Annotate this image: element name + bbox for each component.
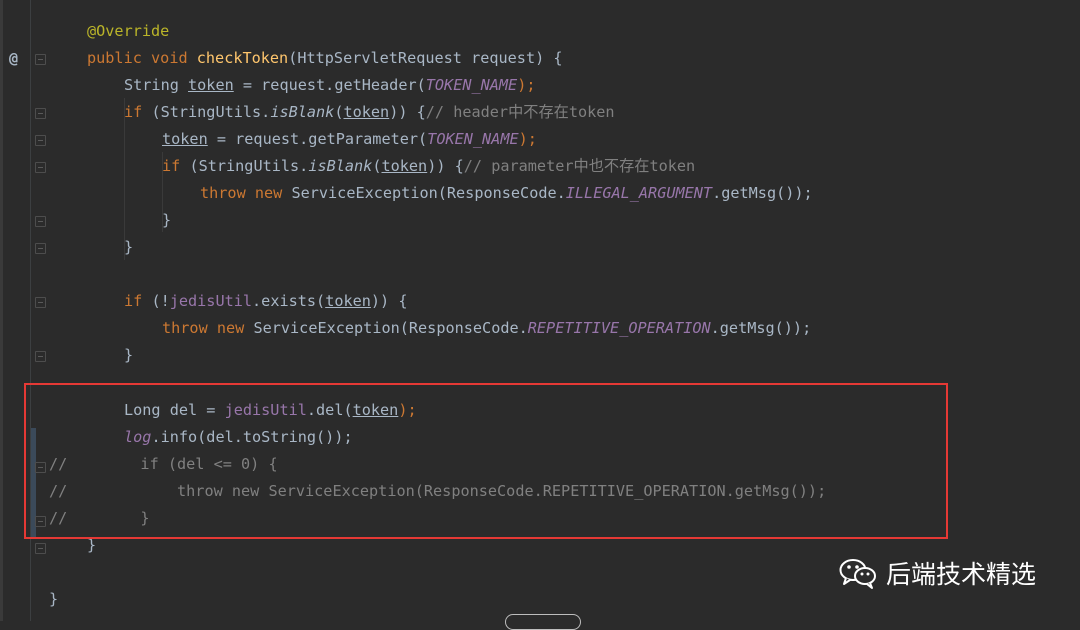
- code-line: if (StringUtils.isBlank(token)) {// para…: [162, 153, 695, 180]
- fold-icon[interactable]: [35, 162, 46, 173]
- code-text: );: [517, 76, 536, 94]
- variable: token: [162, 130, 208, 148]
- keyword: throw: [200, 184, 246, 202]
- code-line: }: [162, 207, 171, 234]
- method-name: checkToken: [196, 49, 289, 67]
- code-line: }: [49, 586, 58, 613]
- constant: ILLEGAL_ARGUMENT: [565, 184, 713, 202]
- code-text: = request.getParameter(: [207, 130, 428, 148]
- code-text: }: [49, 590, 59, 608]
- code-text: (HttpServletRequest request) {: [288, 49, 563, 67]
- code-line: token = request.getParameter(TOKEN_NAME)…: [162, 126, 537, 153]
- code-text: ServiceException(ResponseCode.: [282, 184, 566, 202]
- code-line: public void checkToken(HttpServletReques…: [87, 45, 563, 72]
- keyword: if: [124, 103, 143, 121]
- fold-icon[interactable]: [35, 297, 46, 308]
- wechat-icon: [839, 559, 876, 589]
- variable: token: [188, 76, 234, 94]
- fold-icon[interactable]: [35, 351, 46, 362]
- code-text: }: [124, 346, 134, 364]
- field: jedisUtil: [169, 292, 253, 310]
- editor-left-edge: [0, 0, 3, 621]
- watermark-text: 后端技术精选: [886, 560, 1037, 589]
- code-text: .getMsg());: [710, 319, 812, 337]
- code-line: }: [124, 234, 133, 261]
- code-text: .getMsg());: [712, 184, 813, 202]
- keyword: new: [254, 184, 283, 202]
- fold-icon[interactable]: [35, 108, 46, 119]
- code-line: if (StringUtils.isBlank(token)) {// head…: [124, 99, 615, 126]
- fold-icon[interactable]: [35, 54, 46, 65]
- constant: TOKEN_NAME: [427, 130, 519, 148]
- code-text: (!: [142, 292, 170, 310]
- keyword: throw: [162, 319, 208, 337]
- keyword: new: [216, 319, 245, 337]
- comment: // header中不存在token: [425, 103, 615, 121]
- code-text: .exists(: [252, 292, 326, 310]
- fold-icon[interactable]: [35, 543, 46, 554]
- code-text: String: [124, 76, 189, 94]
- method-name: isBlank: [308, 157, 373, 175]
- constant: REPETITIVE_OPERATION: [527, 319, 711, 337]
- override-gutter-icon[interactable]: @: [9, 49, 18, 67]
- code-line: @Override: [87, 18, 169, 45]
- bottom-pill: [505, 614, 581, 630]
- code-line: String token = request.getHeader(TOKEN_N…: [124, 72, 536, 99]
- variable: token: [381, 157, 428, 175]
- keyword: void: [151, 49, 188, 67]
- keyword: if: [124, 292, 143, 310]
- code-text: }: [124, 238, 134, 256]
- constant: TOKEN_NAME: [425, 76, 518, 94]
- code-text: = request.getHeader(: [233, 76, 426, 94]
- code-text: }: [162, 211, 172, 229]
- variable: token: [343, 103, 390, 121]
- code-line: if (!jedisUtil.exists(token)) {: [124, 288, 407, 315]
- code-text: );: [518, 130, 537, 148]
- code-text: )) {: [427, 157, 464, 175]
- keyword: public: [87, 49, 142, 67]
- variable: token: [325, 292, 371, 310]
- code-line: }: [124, 342, 133, 369]
- keyword: if: [162, 157, 181, 175]
- code-text: (StringUtils.: [180, 157, 309, 175]
- method-name: isBlank: [270, 103, 335, 121]
- code-line: throw new ServiceException(ResponseCode.…: [200, 180, 813, 207]
- code-text: (StringUtils.: [142, 103, 271, 121]
- comment: // parameter中也不存在token: [463, 157, 696, 175]
- code-text: )) {: [370, 292, 408, 310]
- code-text: ServiceException(ResponseCode.: [244, 319, 528, 337]
- fold-icon[interactable]: [35, 216, 46, 227]
- watermark: 后端技术精选: [838, 554, 1036, 592]
- annotation: @Override: [87, 22, 170, 40]
- fold-icon[interactable]: [35, 135, 46, 146]
- fold-icon[interactable]: [35, 243, 46, 254]
- code-line: throw new ServiceException(ResponseCode.…: [162, 315, 811, 342]
- code-text: )) {: [389, 103, 426, 121]
- highlight-box: [24, 383, 948, 539]
